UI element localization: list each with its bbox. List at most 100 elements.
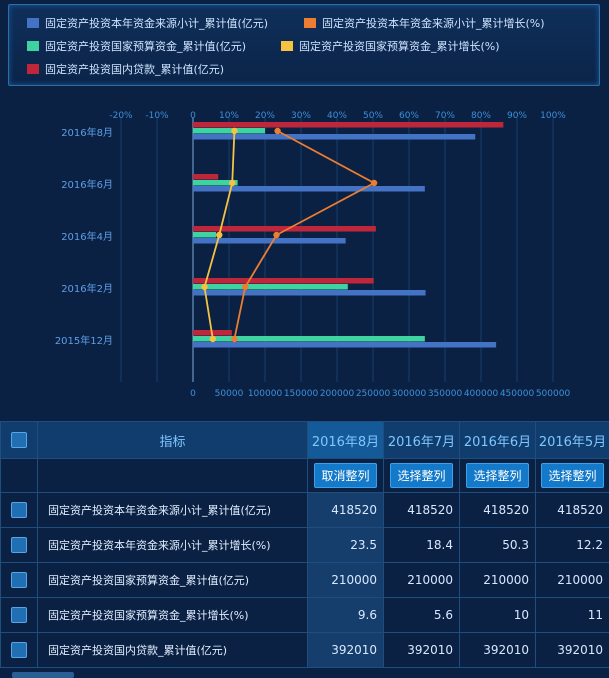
bar <box>193 336 425 342</box>
line-point <box>201 283 208 291</box>
empty-cell <box>0 458 38 493</box>
table-cell: 392010 <box>459 632 536 668</box>
table-cell: 210000 <box>307 562 384 598</box>
line-point <box>209 335 216 343</box>
table-cell: 5.6 <box>383 597 460 633</box>
legend-item-budget-total[interactable]: 固定资产投资国家预算资金_累计值(亿元) <box>27 38 246 54</box>
legend-label: 固定资产投资本年资金来源小计_累计值(亿元) <box>45 17 269 30</box>
bottom-axis-tick-label: 250000 <box>356 389 391 399</box>
legend-swatch <box>27 64 39 74</box>
row-select-cell <box>0 527 38 563</box>
top-axis-tick-label: 60% <box>399 111 419 121</box>
legend-label: 固定资产投资国家预算资金_累计值(亿元) <box>45 40 247 53</box>
data-table: 指标 2016年8月 2016年7月 2016年6月 2016年5月 取消整列 … <box>0 421 609 678</box>
top-axis-tick-label: 20% <box>255 111 275 121</box>
bar <box>193 128 265 134</box>
legend-item-source-growth[interactable]: 固定资产投资本年资金来源小计_累计增长(%) <box>304 15 545 31</box>
legend-item-budget-growth[interactable]: 固定资产投资国家预算资金_累计增长(%) <box>281 38 500 54</box>
row-checkbox[interactable] <box>11 572 27 588</box>
row-indicator-name: 固定资产投资国内贷款_累计值(亿元) <box>37 632 308 668</box>
bar <box>193 232 217 238</box>
column-action-cell: 取消整列 <box>307 458 384 493</box>
bottom-axis-tick-label: 500000 <box>536 389 571 399</box>
combo-bar-line-chart: -20% -10% 0 10% 20% 30% 40% 50% 60% 70% 80% 90% 100%… <box>55 111 571 399</box>
table-cell: 210000 <box>383 562 460 598</box>
column-header[interactable]: 2016年5月 <box>535 421 609 459</box>
table-row: 固定资产投资国内贷款_累计值(亿元) 392010 392010 392010 … <box>0 632 609 668</box>
table-cell: 418520 <box>535 492 609 528</box>
row-select-cell <box>0 492 38 528</box>
top-axis-tick-label: 80% <box>471 111 491 121</box>
table-cell: 10 <box>459 597 536 633</box>
row-select-cell <box>0 632 38 668</box>
table-cell: 9.6 <box>307 597 384 633</box>
table-cell: 392010 <box>307 632 384 668</box>
table-row: 固定资产投资本年资金来源小计_累计增长(%) 23.5 18.4 50.3 12… <box>0 527 609 563</box>
horizontal-scrollbar[interactable] <box>12 672 74 678</box>
select-column-button[interactable]: 选择整列 <box>466 463 529 488</box>
select-column-button[interactable]: 选择整列 <box>390 463 453 488</box>
select-all-cell <box>0 421 38 459</box>
bottom-axis-tick-label: 300000 <box>392 389 427 399</box>
bottom-axis-tick-label: 100000 <box>248 389 283 399</box>
table-row: 固定资产投资国家预算资金_累计增长(%) 9.6 5.6 10 11 <box>0 597 609 633</box>
column-action-cell: 选择整列 <box>459 458 536 493</box>
bottom-axis-tick-label: 0 <box>190 389 196 399</box>
table-cell: 23.5 <box>307 527 384 563</box>
empty-cell <box>37 458 308 493</box>
category-label: 2015年12月 <box>55 334 113 347</box>
bar <box>193 134 476 140</box>
row-indicator-name: 固定资产投资国家预算资金_累计增长(%) <box>37 597 308 633</box>
table-cell: 210000 <box>535 562 609 598</box>
top-axis-tick-label: 50% <box>363 111 383 121</box>
bar <box>193 186 425 192</box>
row-checkbox[interactable] <box>11 502 27 518</box>
top-axis-tick-label: 10% <box>219 111 239 121</box>
table-cell: 392010 <box>535 632 609 668</box>
legend-swatch <box>281 41 293 51</box>
column-action-cell: 选择整列 <box>383 458 460 493</box>
select-all-checkbox[interactable] <box>11 432 27 448</box>
line-point <box>231 335 238 343</box>
deselect-column-button[interactable]: 取消整列 <box>314 463 377 488</box>
bar <box>193 122 504 128</box>
line-point <box>229 179 236 187</box>
bottom-axis-tick-label: 200000 <box>320 389 355 399</box>
row-indicator-name: 固定资产投资本年资金来源小计_累计值(亿元) <box>37 492 308 528</box>
select-column-button[interactable]: 选择整列 <box>541 463 604 488</box>
legend-label: 固定资产投资国内贷款_累计值(亿元) <box>45 63 225 76</box>
category-label: 2016年4月 <box>61 230 113 243</box>
top-axis-tick-label: 70% <box>435 111 455 121</box>
legend-item-source-total[interactable]: 固定资产投资本年资金来源小计_累计值(亿元) <box>27 15 268 31</box>
legend-swatch <box>27 41 39 51</box>
bar <box>193 284 348 290</box>
column-header[interactable]: 2016年8月 <box>307 421 384 459</box>
bar <box>193 278 374 284</box>
column-header[interactable]: 2016年6月 <box>459 421 536 459</box>
line-point <box>274 127 281 135</box>
bottom-axis-tick-label: 150000 <box>284 389 319 399</box>
row-checkbox[interactable] <box>11 642 27 658</box>
row-checkbox[interactable] <box>11 607 27 623</box>
column-header[interactable]: 2016年7月 <box>383 421 460 459</box>
line-point <box>370 179 378 187</box>
column-action-cell: 选择整列 <box>535 458 609 493</box>
table-cell: 210000 <box>459 562 536 598</box>
table-row: 固定资产投资本年资金来源小计_累计值(亿元) 418520 418520 418… <box>0 492 609 528</box>
table-cell: 418520 <box>459 492 536 528</box>
series-line <box>233 130 376 340</box>
table-cell: 418520 <box>307 492 384 528</box>
table-cell: 11 <box>535 597 609 633</box>
legend-label: 固定资产投资国家预算资金_累计增长(%) <box>299 40 500 53</box>
legend-label: 固定资产投资本年资金来源小计_累计增长(%) <box>322 17 545 30</box>
legend-item-domestic-loan[interactable]: 固定资产投资国内贷款_累计值(亿元) <box>27 61 224 77</box>
row-select-cell <box>0 562 38 598</box>
bottom-axis-tick-label: 450000 <box>500 389 535 399</box>
line-point <box>216 231 223 239</box>
bar <box>193 342 497 348</box>
indicator-header: 指标 <box>37 421 308 459</box>
top-axis-tick-label: -20% <box>109 111 133 121</box>
row-checkbox[interactable] <box>11 537 27 553</box>
row-select-cell <box>0 597 38 633</box>
table-row: 固定资产投资国家预算资金_累计值(亿元) 210000 210000 21000… <box>0 562 609 598</box>
